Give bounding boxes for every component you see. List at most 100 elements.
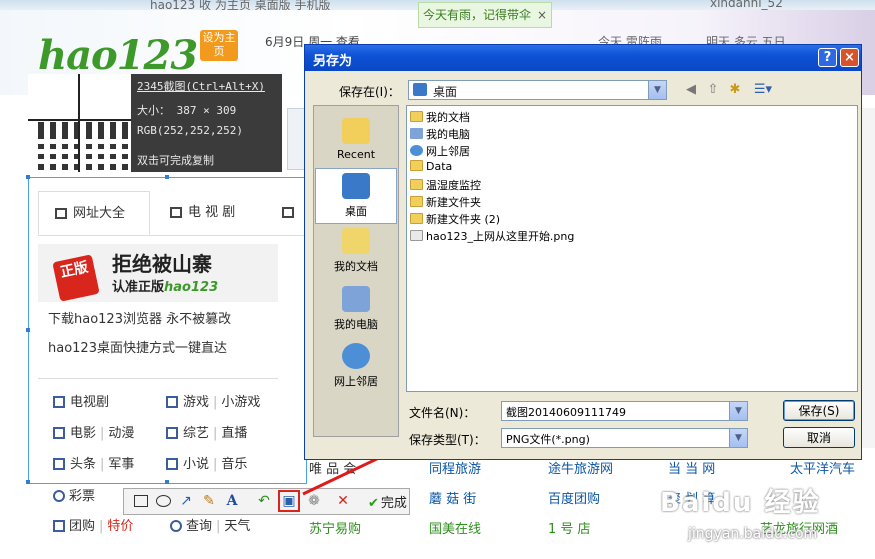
filetype-select[interactable]: PNG文件(*.png) ▼ (501, 428, 748, 448)
rectangle-tool-icon[interactable] (132, 492, 150, 510)
computer-icon (410, 128, 423, 139)
link-query[interactable]: 查询 | 天气 (170, 515, 250, 534)
place-my-computer[interactable]: 我的电脑 (314, 286, 398, 332)
new-folder-icon[interactable]: ✱ (726, 81, 744, 99)
recent-folder-icon (342, 118, 370, 144)
place-label: 我的文档 (334, 260, 378, 273)
watermark-url: jingyan.baidu.com (688, 526, 818, 542)
place-my-documents[interactable]: 我的文档 (314, 228, 398, 274)
link-dangdang[interactable]: 当 当 网 (668, 458, 715, 477)
notice-close-icon[interactable]: × (537, 8, 547, 22)
file-item[interactable]: hao123_上网从这里开始.png (410, 228, 574, 244)
file-item[interactable]: 我的电脑 (410, 126, 470, 142)
magnifier-info-panel: 2345截图(Ctrl+Alt+X) 大小： 387 × 309 RGB(252… (28, 74, 282, 172)
link-tuniu[interactable]: 途牛旅游网 (548, 458, 613, 477)
link-tuangou[interactable]: 团购 | 特价 (53, 515, 133, 534)
brush-tool-icon[interactable]: ✎ (200, 492, 218, 510)
weather-label[interactable]: 天气 (224, 519, 250, 534)
file-item[interactable]: Data (410, 160, 452, 173)
place-recent[interactable]: Recent (314, 118, 398, 161)
filename-input[interactable]: 截图20140609111749 ▼ (501, 401, 748, 421)
magnifier-view (28, 74, 131, 172)
arrow-tool-icon[interactable]: ↗ (177, 492, 195, 510)
file-item[interactable]: 网上邻居 (410, 143, 470, 159)
dialog-titlebar[interactable]: 另存为 ? × (305, 45, 861, 71)
query-label: 查询 (186, 519, 213, 534)
tool-title: 2345截图(Ctrl+Alt+X) (137, 80, 265, 93)
filetype-value: PNG文件(*.png) (506, 433, 590, 446)
crosshair-vertical (78, 74, 80, 172)
text-tool-icon[interactable]: A (223, 492, 241, 510)
link-suning[interactable]: 苏宁易购 (309, 518, 361, 537)
computer-icon (342, 286, 370, 312)
resize-handle[interactable] (26, 175, 30, 179)
close-button[interactable]: × (840, 48, 859, 67)
place-desktop[interactable]: 桌面 (315, 168, 397, 224)
resize-handle[interactable] (26, 328, 30, 332)
file-item[interactable]: 新建文件夹 (2) (410, 211, 500, 227)
chevron-down-icon[interactable]: ▼ (648, 81, 666, 99)
link-yhd[interactable]: 1 号 店 (548, 518, 591, 537)
tejia-label[interactable]: 特价 (107, 519, 133, 534)
user-name[interactable]: xindanni_52 (710, 0, 783, 10)
selection-rectangle[interactable] (26, 175, 307, 484)
cancel-icon[interactable]: ✕ (334, 492, 352, 510)
notice-text: 今天有雨，记得带伞 (422, 8, 531, 22)
lottery-icon (53, 490, 65, 502)
place-label: Recent (336, 148, 376, 161)
cancel-button[interactable]: 取消 (783, 427, 855, 448)
screenshot-toolbar: ↗ ✎ A ↶ ▣ ❁ ✕ ✔ 完成 (123, 488, 410, 515)
save-in-value: 桌面 (433, 85, 458, 99)
crosshair-horizontal (28, 119, 131, 121)
place-network[interactable]: 网上邻居 (314, 343, 398, 389)
resize-handle[interactable] (165, 175, 169, 179)
filename-value: 截图20140609111749 (506, 406, 626, 419)
filename-label: 文件名(N)： (409, 406, 476, 420)
resize-handle[interactable] (165, 480, 169, 484)
file-list: 我的文档 我的电脑 网上邻居 Data 温湿度监控 新建文件夹 新建文件夹 (2… (406, 105, 858, 392)
back-icon[interactable]: ◀ (682, 81, 700, 99)
save-in-combobox[interactable]: 桌面 ▼ (408, 80, 667, 100)
documents-folder-icon (342, 228, 370, 254)
save-as-dialog: 另存为 ? × 保存在(I)： 桌面 ▼ ◀ ⇧ ✱ ☰▾ Recent 桌面 … (304, 44, 862, 460)
chevron-down-icon[interactable]: ▼ (729, 429, 747, 447)
view-menu-icon[interactable]: ☰▾ (750, 81, 776, 99)
resize-handle[interactable] (26, 480, 30, 484)
link-baidu-tuangou[interactable]: 百度团购 (548, 488, 600, 507)
settings-icon[interactable]: ❁ (305, 492, 323, 510)
undo-icon[interactable]: ↶ (255, 492, 273, 510)
selection-size: 大小： 387 × 309 (137, 104, 237, 117)
link-pcauto[interactable]: 太平洋汽车 (790, 458, 855, 477)
place-label: 桌面 (345, 205, 367, 218)
file-item[interactable]: 新建文件夹 (410, 194, 481, 210)
set-homepage-badge[interactable]: 设为主页 (200, 30, 238, 61)
lottery-label: 彩票 (69, 489, 96, 504)
save-button[interactable]: 保存(S) (783, 400, 855, 421)
place-label: 我的电脑 (334, 318, 378, 331)
dialog-title: 另存为 (313, 54, 353, 69)
up-folder-icon[interactable]: ⇧ (704, 81, 722, 99)
link-tongcheng[interactable]: 同程旅游 (429, 458, 481, 477)
query-icon (170, 520, 182, 532)
save-in-label: 保存在(I)： (339, 85, 400, 99)
link-gome[interactable]: 国美在线 (429, 518, 481, 537)
hao123-logo[interactable]: hao123 (38, 32, 198, 79)
copy-hint: 双击可完成复制 (137, 154, 214, 167)
network-globe-icon (410, 145, 423, 156)
tuangou-icon (53, 520, 65, 532)
documents-folder-icon (410, 111, 423, 122)
place-label: 网上邻居 (334, 375, 378, 388)
help-button[interactable]: ? (818, 48, 837, 67)
file-item[interactable]: 我的文档 (410, 109, 470, 125)
done-button[interactable]: ✔ 完成 (368, 492, 407, 511)
desktop-icon (342, 173, 370, 199)
save-icon[interactable]: ▣ (278, 490, 300, 512)
folder-icon (410, 196, 423, 207)
ellipse-tool-icon[interactable] (154, 492, 172, 510)
chevron-down-icon[interactable]: ▼ (729, 402, 747, 420)
link-mogujie[interactable]: 蘑 菇 街 (429, 488, 476, 507)
link-vip[interactable]: 唯 品 会 (309, 458, 356, 477)
png-file-icon (410, 230, 423, 241)
folder-icon (410, 160, 423, 171)
file-item[interactable]: 温湿度监控 (410, 177, 481, 193)
